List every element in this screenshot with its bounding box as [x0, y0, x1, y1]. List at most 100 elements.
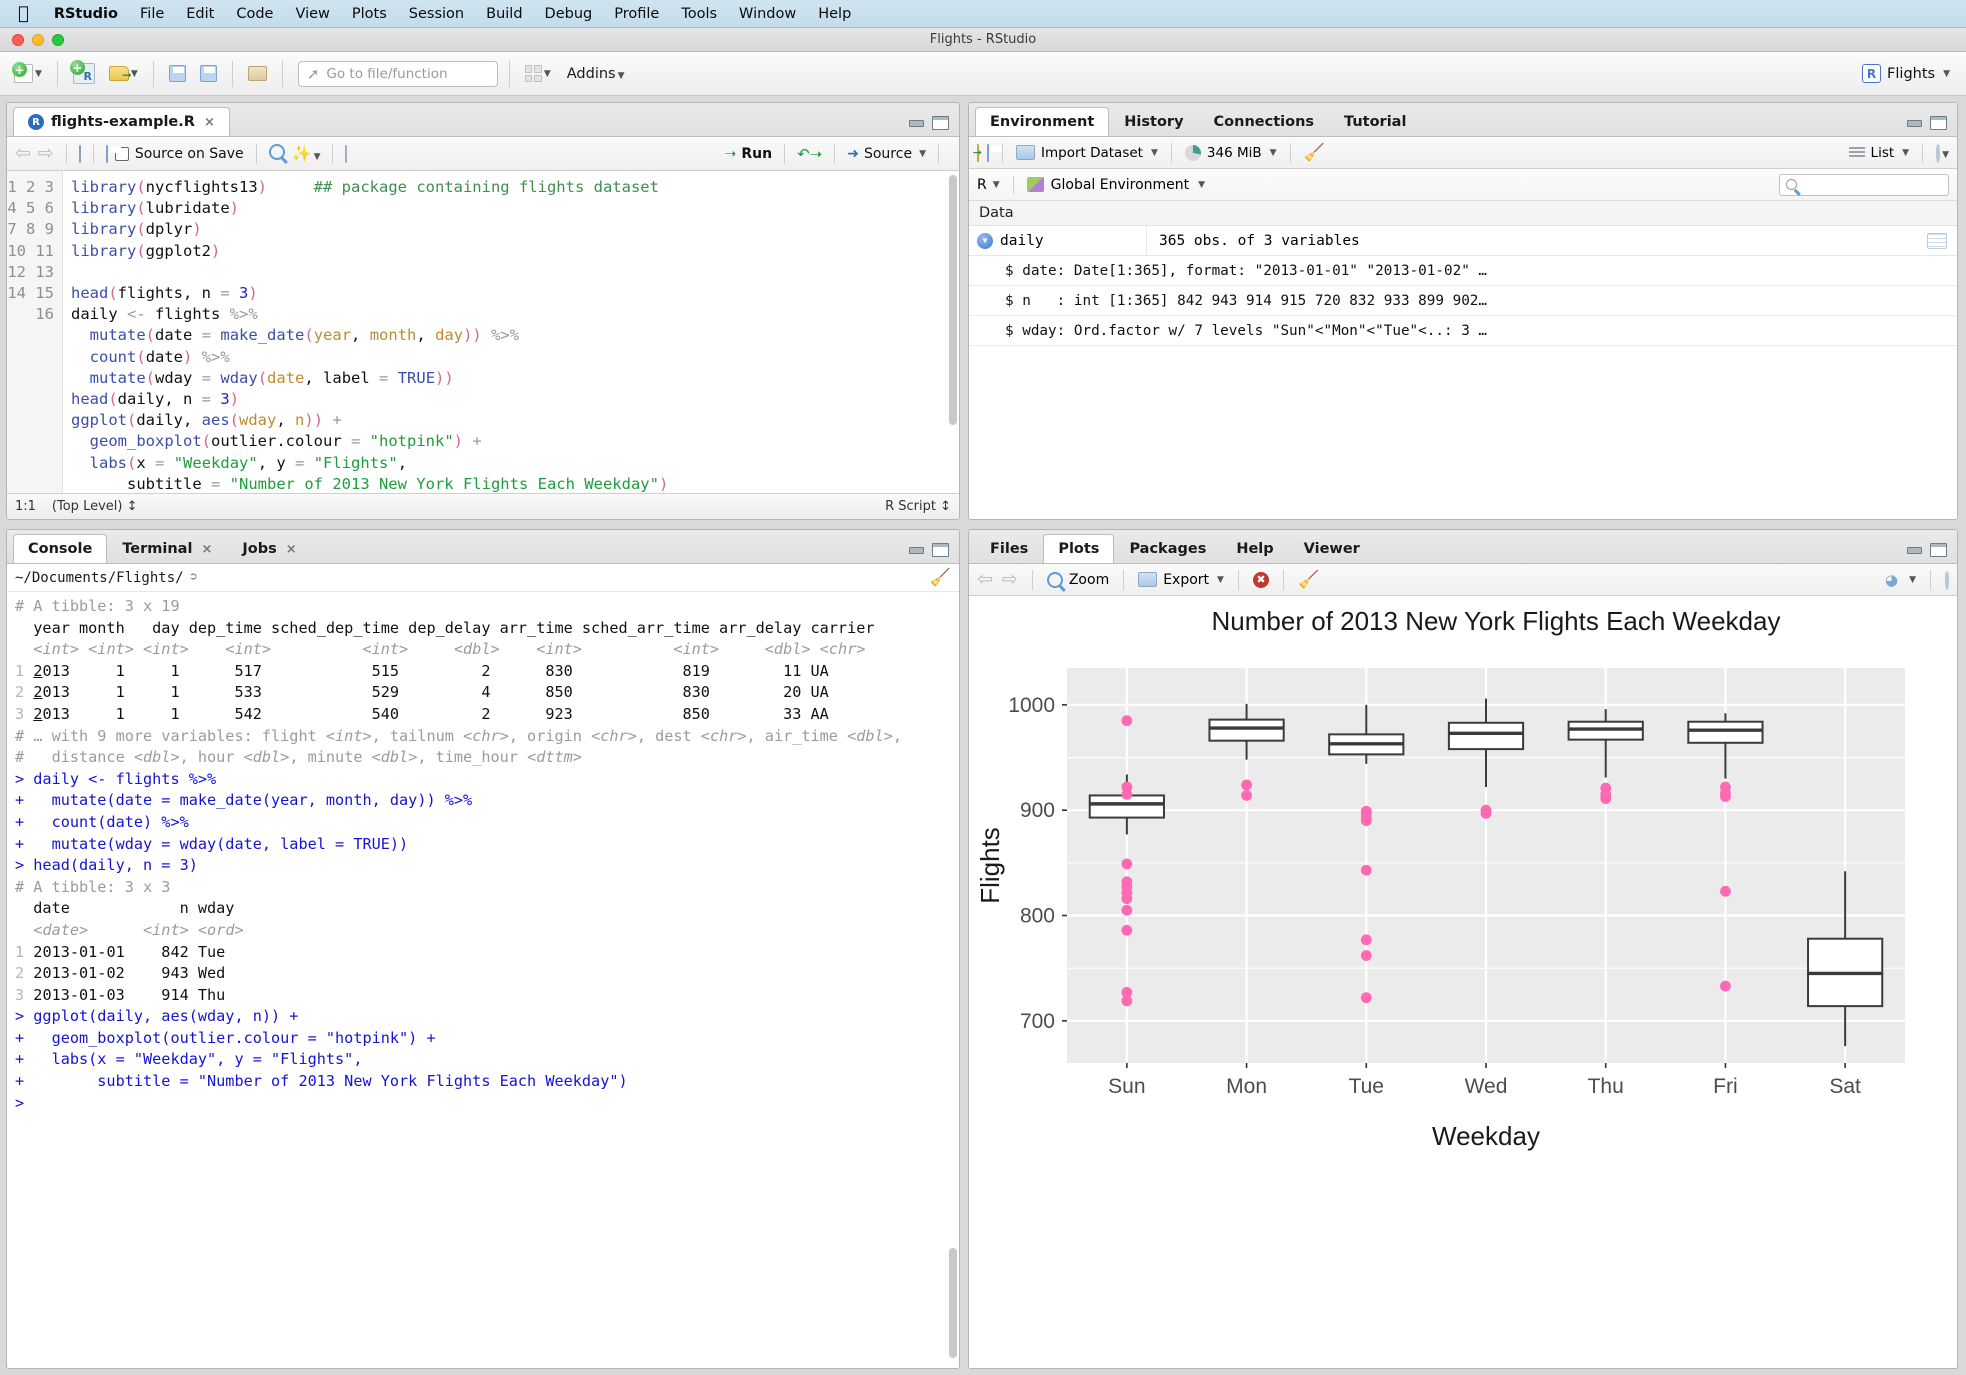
tab-terminal[interactable]: Terminal ×: [107, 534, 227, 563]
tab-console[interactable]: Console: [13, 534, 108, 563]
menu-item-edit[interactable]: Edit: [175, 6, 225, 22]
run-button[interactable]: ➝ Run: [725, 146, 772, 162]
save-workspace-icon[interactable]: [987, 143, 989, 162]
export-plot-button[interactable]: Export ▼: [1138, 572, 1224, 588]
code-text[interactable]: library(nycflights13) ## package contain…: [63, 171, 959, 493]
maximize-console-icon[interactable]: [932, 543, 949, 557]
menu-item-tools[interactable]: Tools: [670, 6, 728, 22]
code-scope-selector[interactable]: (Top Level) ↕: [52, 499, 138, 514]
tab-history[interactable]: History: [1109, 107, 1198, 136]
environment-window-controls[interactable]: [1907, 116, 1947, 130]
new-file-button[interactable]: + ▼: [10, 62, 46, 85]
object-name-cell[interactable]: ▼ daily: [969, 226, 1147, 255]
previous-plot-icon[interactable]: ⇦: [977, 570, 993, 589]
print-button[interactable]: [244, 64, 271, 83]
tab-jobs[interactable]: Jobs ×: [227, 534, 311, 563]
close-terminal-icon[interactable]: ×: [201, 542, 212, 557]
code-tools-icon[interactable]: ✨ ▼: [292, 144, 321, 163]
save-all-button[interactable]: [196, 63, 221, 84]
save-source-icon[interactable]: [105, 144, 108, 163]
console-scrollbar[interactable]: [948, 1068, 958, 1368]
minimize-console-icon[interactable]: [909, 546, 924, 554]
source-tab-flights-example[interactable]: R flights-example.R ×: [13, 107, 230, 136]
tab-help[interactable]: Help: [1221, 534, 1288, 563]
project-selector[interactable]: R Flights ▼: [1862, 64, 1956, 83]
find-replace-icon[interactable]: [268, 143, 285, 164]
environment-search-input[interactable]: [1779, 173, 1949, 196]
apple-logo-icon[interactable]: : [18, 4, 29, 23]
zoom-plot-button[interactable]: Zoom: [1046, 571, 1109, 588]
source-on-save-checkbox[interactable]: Source on Save: [114, 146, 244, 162]
remove-plot-icon[interactable]: ✖: [1252, 571, 1269, 588]
tab-environment[interactable]: Environment: [975, 107, 1110, 136]
menu-item-window[interactable]: Window: [728, 6, 807, 22]
source-button[interactable]: ➜ Source ▼: [847, 146, 926, 162]
minimize-plots-icon[interactable]: [1907, 546, 1922, 554]
plots-window-controls[interactable]: [1907, 543, 1947, 557]
refresh-plot-icon[interactable]: [1945, 569, 1949, 590]
code-editor[interactable]: 1 2 3 4 5 6 7 8 9 10 11 12 13 14 15 16 l…: [7, 171, 959, 493]
tab-tutorial[interactable]: Tutorial: [1329, 107, 1421, 136]
tab-plots[interactable]: Plots: [1043, 534, 1115, 563]
addins-button[interactable]: Addins ▼: [567, 66, 625, 82]
goto-file-function-input[interactable]: ➚ Go to file/function: [297, 60, 498, 87]
maximize-pane-icon[interactable]: [932, 116, 949, 130]
maximize-environment-icon[interactable]: [1930, 116, 1947, 130]
publish-plot-icon[interactable]: ◕: [1885, 571, 1898, 589]
save-button[interactable]: [165, 63, 190, 84]
toolbar-divider-3: [231, 60, 233, 87]
view-dataframe-icon[interactable]: [1927, 232, 1947, 249]
plots-tab-label: Plots: [1058, 541, 1100, 557]
tab-connections[interactable]: Connections: [1199, 107, 1330, 136]
close-jobs-icon[interactable]: ×: [286, 542, 297, 557]
forward-arrow-icon[interactable]: ⇨: [38, 144, 54, 163]
clear-environment-icon[interactable]: 🧹: [1304, 143, 1325, 163]
clear-plots-icon[interactable]: 🧹: [1298, 570, 1319, 590]
language-selector[interactable]: R ▼: [977, 177, 1000, 193]
open-file-button[interactable]: ➞ ▼: [105, 64, 142, 83]
back-arrow-icon[interactable]: ⇦: [15, 144, 31, 163]
maximize-plots-icon[interactable]: [1930, 543, 1947, 557]
show-in-new-window-icon[interactable]: [78, 144, 81, 163]
minimize-environment-icon[interactable]: [1907, 119, 1922, 127]
compile-report-icon[interactable]: [345, 144, 348, 163]
console-window-controls[interactable]: [909, 543, 949, 557]
menu-item-session[interactable]: Session: [398, 6, 475, 22]
menu-item-profile[interactable]: Profile: [603, 6, 670, 22]
next-plot-icon[interactable]: ⇨: [1002, 570, 1018, 589]
source-scrollbar[interactable]: [948, 173, 958, 491]
menu-item-debug[interactable]: Debug: [534, 6, 604, 22]
menu-item-plots[interactable]: Plots: [341, 6, 398, 22]
open-directory-icon[interactable]: ➲: [190, 570, 198, 585]
menu-item-view[interactable]: View: [284, 6, 340, 22]
source-window-controls[interactable]: [909, 116, 949, 130]
environment-object-row[interactable]: ▼ daily 365 obs. of 3 variables: [969, 226, 1957, 256]
refresh-environment-icon[interactable]: ▼: [1936, 142, 1949, 163]
pane-layout-button[interactable]: ▼: [521, 63, 555, 84]
minimize-pane-icon[interactable]: [909, 119, 924, 127]
plot-canvas[interactable]: 700 800 900 1000 Sun Mon Tue Wed Thu Fri Sat Number…: [969, 596, 1957, 1368]
expand-collapse-icon[interactable]: ▼: [977, 232, 993, 249]
menu-item-file[interactable]: File: [129, 6, 175, 22]
close-tab-icon[interactable]: ×: [204, 115, 215, 130]
menu-item-help[interactable]: Help: [807, 6, 862, 22]
source-statusbar: 1:1 (Top Level) ↕ R Script ↕: [7, 493, 959, 519]
tab-packages[interactable]: Packages: [1114, 534, 1221, 563]
menu-item-code[interactable]: Code: [225, 6, 284, 22]
document-type-selector[interactable]: R Script ↕: [885, 499, 951, 514]
memory-usage-button[interactable]: 346 MiB ▼: [1184, 144, 1277, 161]
import-dataset-button[interactable]: Import Dataset ▼: [1016, 145, 1158, 161]
tab-viewer[interactable]: Viewer: [1289, 534, 1375, 563]
menu-item-rstudio[interactable]: RStudio: [43, 6, 129, 22]
new-project-button[interactable]: + R: [69, 60, 99, 86]
environment-object-list[interactable]: Data ▼ daily 365 obs. of 3 variables $ d…: [969, 201, 1957, 519]
clear-console-icon[interactable]: 🧹: [930, 568, 951, 588]
menu-item-build[interactable]: Build: [475, 6, 533, 22]
load-workspace-icon[interactable]: ➞: [973, 143, 982, 162]
global-environment-icon: [1026, 177, 1044, 192]
console-output[interactable]: # A tibble: 3 x 19 year month day dep_ti…: [7, 592, 959, 1368]
environment-scope-selector[interactable]: Global Environment ▼: [1026, 177, 1205, 193]
view-mode-selector[interactable]: List ▼: [1848, 145, 1909, 161]
rerun-icon[interactable]: ↶➝: [797, 145, 822, 163]
tab-files[interactable]: Files: [975, 534, 1043, 563]
